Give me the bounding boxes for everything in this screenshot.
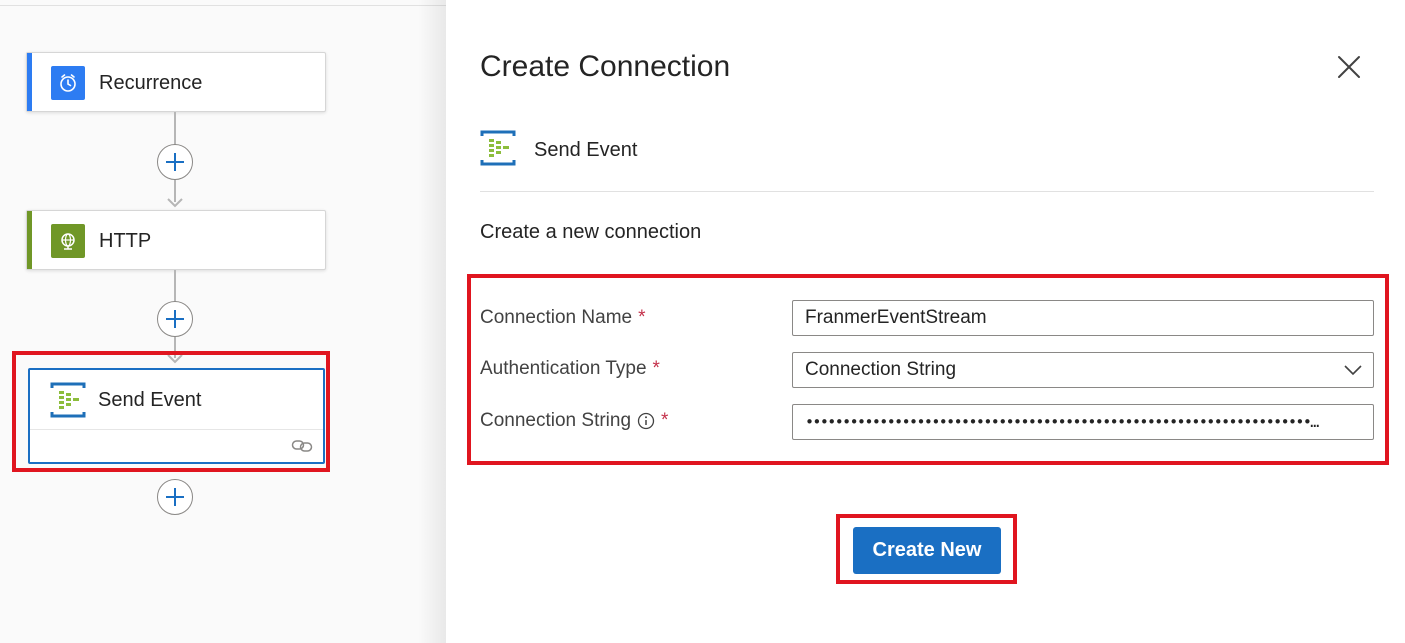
create-connection-panel: Create Connection Send Event Create a ne… xyxy=(446,0,1405,643)
section-title: Create a new connection xyxy=(480,221,702,243)
close-icon[interactable] xyxy=(1336,54,1362,80)
clock-icon xyxy=(51,66,85,100)
step-card-send-event[interactable]: Send Event xyxy=(28,368,325,464)
connection-string-masked-value: ••••••••••••••••••••••••••••••••••••••••… xyxy=(805,413,1319,431)
auth-type-selected: Connection String xyxy=(805,359,957,380)
step-accent-bar xyxy=(27,211,32,269)
step-card-recurrence[interactable]: Recurrence xyxy=(26,52,326,112)
add-step-button[interactable] xyxy=(157,144,193,180)
arrow-down-icon xyxy=(167,198,183,208)
step-card-http[interactable]: HTTP xyxy=(26,210,326,270)
connection-string-label: Connection String * xyxy=(480,410,668,432)
event-hub-icon xyxy=(480,130,516,166)
required-mark: * xyxy=(661,410,669,431)
plus-icon xyxy=(166,153,184,171)
auth-type-label: Authentication Type * xyxy=(480,358,660,380)
connection-string-label-text: Connection String xyxy=(480,410,632,431)
globe-icon xyxy=(51,224,85,258)
panel-shadow xyxy=(418,0,446,643)
connection-name-label-text: Connection Name xyxy=(480,307,633,328)
step-label-http: HTTP xyxy=(99,230,152,252)
arrow-down-icon xyxy=(167,354,183,364)
card-divider xyxy=(30,429,323,430)
action-name: Send Event xyxy=(534,139,638,161)
designer-canvas: Recurrence HTTP Send Event xyxy=(0,0,1380,643)
add-step-button[interactable] xyxy=(157,479,193,515)
connection-name-label: Connection Name * xyxy=(480,307,646,329)
connection-name-input[interactable] xyxy=(792,300,1374,336)
auth-type-dropdown[interactable]: Connection String xyxy=(792,352,1374,388)
step-accent-bar xyxy=(27,53,32,111)
panel-title: Create Connection xyxy=(480,50,731,83)
add-step-button[interactable] xyxy=(157,301,193,337)
step-label-recurrence: Recurrence xyxy=(99,72,203,94)
event-hub-icon xyxy=(50,382,86,418)
auth-type-label-text: Authentication Type xyxy=(480,358,647,379)
panel-divider xyxy=(480,191,1374,192)
create-new-button[interactable]: Create New xyxy=(853,527,1001,574)
plus-icon xyxy=(166,488,184,506)
info-icon[interactable] xyxy=(637,412,655,430)
chevron-down-icon xyxy=(1344,365,1362,376)
plus-icon xyxy=(166,310,184,328)
connection-link-icon[interactable] xyxy=(291,438,313,454)
required-mark: * xyxy=(638,307,646,328)
step-label-send-event: Send Event xyxy=(98,389,202,411)
connection-string-input[interactable]: ••••••••••••••••••••••••••••••••••••••••… xyxy=(792,404,1374,440)
required-mark: * xyxy=(652,358,660,379)
